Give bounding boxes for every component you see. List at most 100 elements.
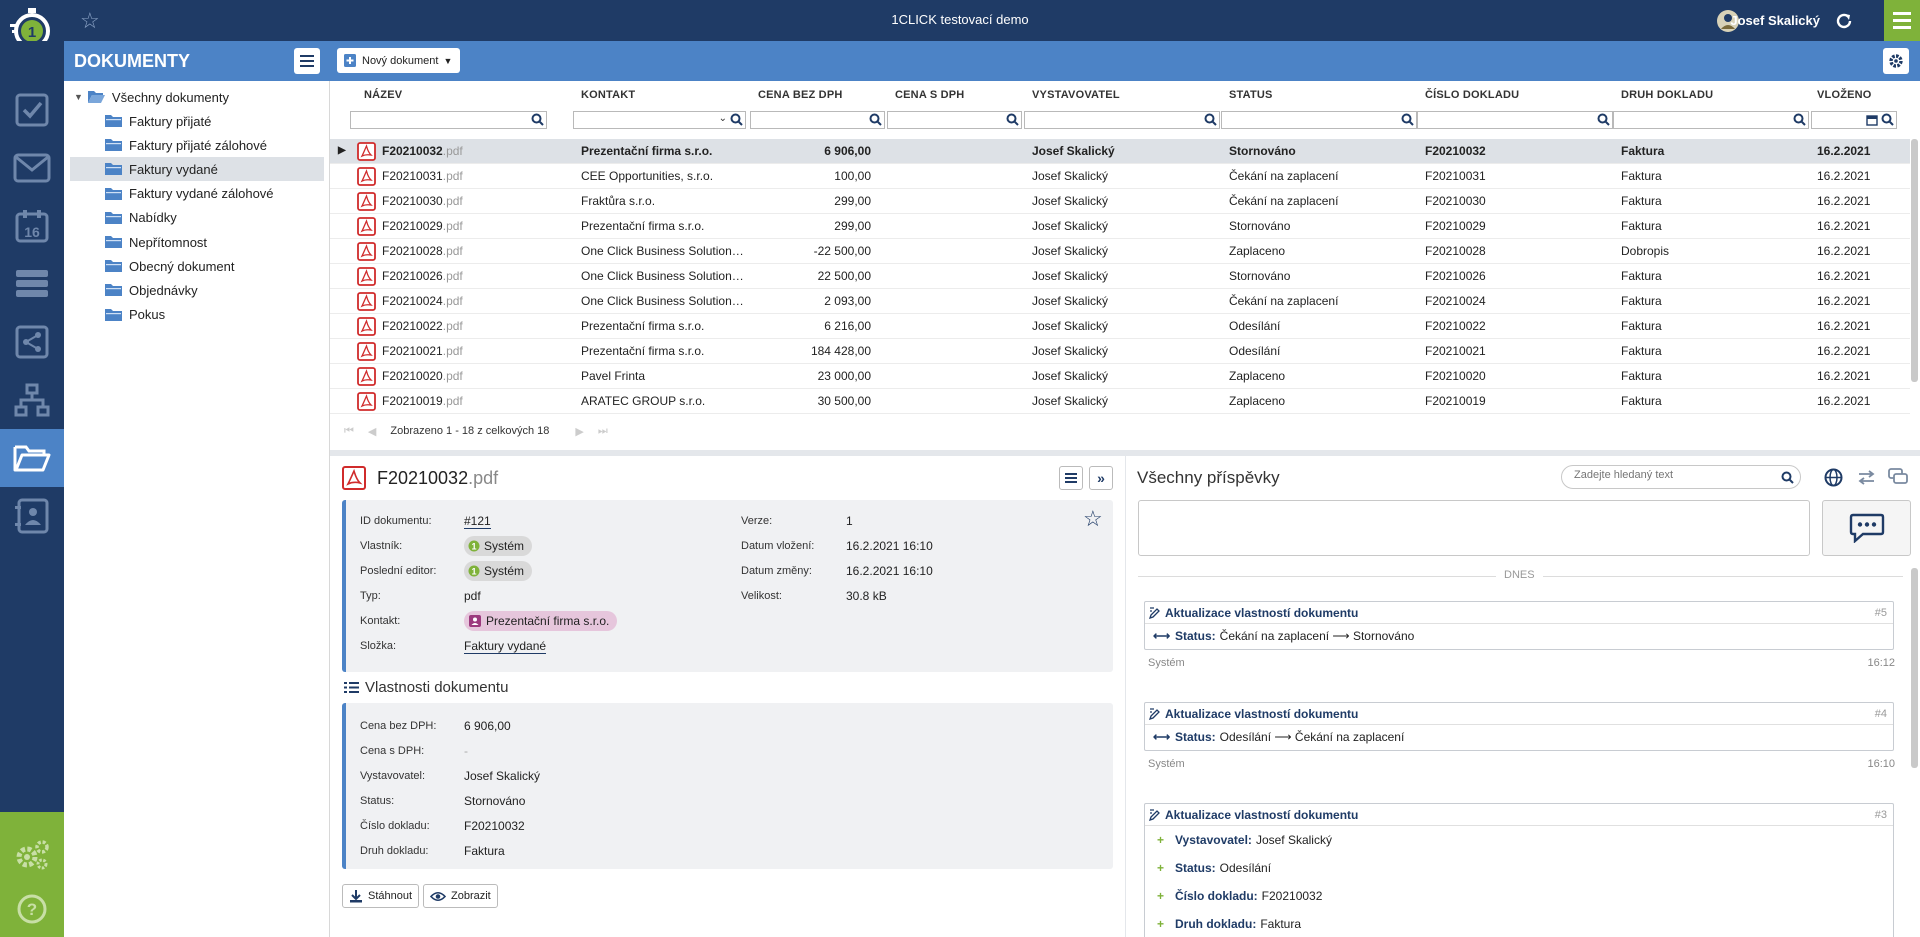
- comment-search[interactable]: [1561, 465, 1801, 489]
- column-filter[interactable]: ⌄: [573, 111, 746, 129]
- table-row[interactable]: F20210021.pdf Prezentační firma s.r.o. 184…: [330, 339, 1910, 364]
- table-row[interactable]: F20210031.pdf CEE Opportunities, s.r.o. 10…: [330, 164, 1910, 189]
- column-header[interactable]: KONTAKT: [581, 89, 635, 101]
- star-icon[interactable]: ☆: [1083, 506, 1103, 532]
- search-icon[interactable]: [1881, 113, 1894, 126]
- rail-calendar[interactable]: 16: [0, 197, 64, 255]
- globe-icon[interactable]: [1824, 468, 1843, 487]
- column-filter[interactable]: [1811, 111, 1897, 129]
- rail-mail[interactable]: [0, 139, 64, 197]
- grid-settings-button[interactable]: [1883, 48, 1909, 74]
- search-icon[interactable]: [1204, 113, 1217, 126]
- chevron-down-icon[interactable]: ⌄: [719, 113, 727, 124]
- rail-share[interactable]: [0, 313, 64, 371]
- tree-item[interactable]: Faktury přijaté: [70, 109, 324, 133]
- column-header[interactable]: DRUH DOKLADU: [1621, 89, 1713, 101]
- table-row[interactable]: F20210030.pdf Fraktůra s.r.o. 299,00 Josef …: [330, 189, 1910, 214]
- tree-item[interactable]: Faktury vydané zálohové: [70, 182, 324, 206]
- info-value[interactable]: Faktury vydané: [464, 639, 547, 654]
- info-value[interactable]: #121: [464, 514, 491, 529]
- info-label: Typ:: [360, 590, 381, 602]
- rail-settings[interactable]: [0, 826, 64, 884]
- send-comment-button[interactable]: [1822, 500, 1911, 556]
- tree-root[interactable]: ▼ Všechny dokumenty: [74, 85, 328, 109]
- user-name[interactable]: Josef Skalický: [1730, 0, 1820, 41]
- search-icon[interactable]: [1793, 113, 1806, 126]
- user-chip[interactable]: 1 Systém: [464, 561, 533, 581]
- column-filter[interactable]: [1417, 111, 1613, 129]
- search-icon[interactable]: [531, 113, 544, 126]
- rail-tasks[interactable]: [0, 81, 64, 139]
- comment-search-input[interactable]: [1574, 469, 1769, 481]
- column-filter[interactable]: [887, 111, 1022, 129]
- favorite-star-icon[interactable]: ☆: [80, 8, 100, 34]
- column-filter[interactable]: [1221, 111, 1417, 129]
- comments-scrollbar[interactable]: [1911, 568, 1918, 768]
- column-header[interactable]: CENA S DPH: [895, 89, 964, 101]
- tree-item[interactable]: Faktury vydané: [70, 157, 324, 182]
- next-page-icon[interactable]: ▶: [575, 425, 583, 438]
- table-row[interactable]: F20210029.pdf Prezentační firma s.r.o. 299…: [330, 214, 1910, 239]
- rail-org[interactable]: [0, 371, 64, 429]
- folder-icon: [105, 284, 122, 297]
- column-filter[interactable]: [1613, 111, 1809, 129]
- swap-icon[interactable]: [1857, 469, 1876, 486]
- expand-panel-button[interactable]: »: [1089, 466, 1113, 490]
- search-icon[interactable]: [1597, 113, 1610, 126]
- download-button[interactable]: Stáhnout: [342, 884, 420, 908]
- main-menu-button[interactable]: [1884, 0, 1920, 41]
- column-header[interactable]: VLOŽENO: [1817, 89, 1872, 101]
- table-row[interactable]: F20210020.pdf Pavel Frinta 23 000,00 Josef …: [330, 364, 1910, 389]
- table-row[interactable]: F20210028.pdf One Click Business Solution…: [330, 239, 1910, 264]
- table-row[interactable]: F20210019.pdf ARATEC GROUP s.r.o. 30 500,0…: [330, 389, 1910, 414]
- column-header[interactable]: NÁZEV: [364, 89, 402, 101]
- prev-page-icon[interactable]: ◀: [368, 425, 376, 438]
- search-icon[interactable]: [1781, 471, 1794, 484]
- tree-item[interactable]: Nepřítomnost: [70, 230, 324, 254]
- refresh-icon[interactable]: [1834, 11, 1854, 31]
- column-filter[interactable]: [750, 111, 885, 129]
- cell-price: 184 428,00: [810, 344, 871, 358]
- detail-menu-button[interactable]: [1059, 466, 1083, 490]
- tree-item[interactable]: Nabídky: [70, 206, 324, 230]
- cell-status: Odesílání: [1229, 319, 1281, 333]
- search-icon[interactable]: [869, 113, 882, 126]
- file-ext: .pdf: [442, 144, 463, 158]
- calendar-icon[interactable]: [1866, 114, 1878, 126]
- grid-scrollbar[interactable]: [1911, 139, 1918, 382]
- property-value: 6 906,00: [464, 719, 511, 733]
- comment-textarea[interactable]: [1138, 500, 1810, 556]
- view-button[interactable]: Zobrazit: [423, 884, 498, 908]
- tree-item[interactable]: Pokus: [70, 303, 324, 327]
- chat-bubbles-icon[interactable]: [1888, 468, 1908, 486]
- column-header[interactable]: STATUS: [1229, 89, 1273, 101]
- first-page-icon[interactable]: ⏮: [344, 425, 354, 438]
- properties-heading: Vlastnosti dokumentu: [344, 679, 508, 696]
- rail-lists[interactable]: [0, 255, 64, 313]
- column-filter[interactable]: [350, 111, 547, 129]
- new-document-button[interactable]: Nový dokument ▼: [337, 48, 461, 73]
- table-row[interactable]: F20210022.pdf Prezentační firma s.r.o. 6 2…: [330, 314, 1910, 339]
- tree-menu-button[interactable]: [294, 48, 320, 74]
- table-row[interactable]: F20210026.pdf One Click Business Solution…: [330, 264, 1910, 289]
- rail-contacts[interactable]: [0, 487, 64, 545]
- column-filter[interactable]: [1024, 111, 1220, 129]
- contact-chip[interactable]: Prezentační firma s.r.o.: [464, 611, 618, 631]
- column-header[interactable]: ČÍSLO DOKLADU: [1425, 89, 1519, 101]
- search-icon[interactable]: [1401, 113, 1414, 126]
- rail-help[interactable]: ?: [0, 880, 64, 937]
- tree-item[interactable]: Obecný dokument: [70, 254, 324, 278]
- user-chip[interactable]: 1 Systém: [464, 536, 533, 556]
- search-icon[interactable]: [730, 113, 743, 126]
- search-icon[interactable]: [1006, 113, 1019, 126]
- tree-item[interactable]: Faktury přijaté zálohové: [70, 133, 324, 157]
- tree-item[interactable]: Objednávky: [70, 278, 324, 302]
- rail-documents[interactable]: [0, 429, 64, 487]
- table-row[interactable]: ▶ F20210032.pdf Prezentační firma s.r.o. 6 …: [330, 139, 1910, 164]
- column-header[interactable]: CENA BEZ DPH: [758, 89, 843, 101]
- column-header[interactable]: VYSTAVOVATEL: [1032, 89, 1120, 101]
- file-ext: .pdf: [442, 194, 463, 208]
- last-page-icon[interactable]: ⏭: [598, 425, 608, 438]
- collapse-arrow-icon[interactable]: ▼: [74, 92, 83, 102]
- table-row[interactable]: F20210024.pdf One Click Business Solution…: [330, 289, 1910, 314]
